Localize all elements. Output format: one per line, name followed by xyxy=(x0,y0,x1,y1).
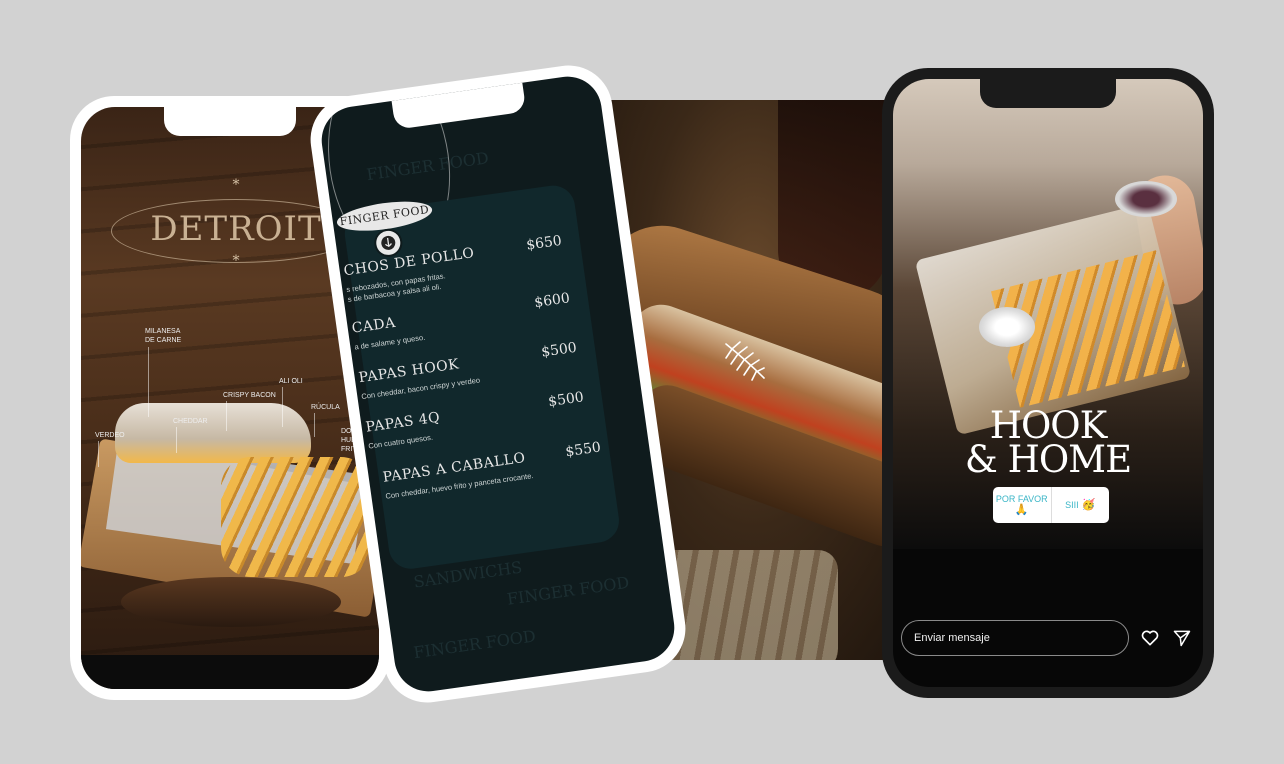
phone-notch xyxy=(164,107,296,136)
story-title-line2: & HOME xyxy=(964,438,1132,481)
ingredient-rucula: RÚCULA xyxy=(311,404,340,411)
ingredient-ali-oli: ALI OLI xyxy=(279,378,303,385)
menu-item-price: $500 xyxy=(547,389,585,411)
phone-notch xyxy=(980,79,1116,108)
ingredient-verdeo: VERDEO xyxy=(95,432,125,439)
message-input[interactable]: Enviar mensaje xyxy=(901,620,1129,656)
poll-sticker: POR FAVOR 🙏 SIII 🥳 xyxy=(993,487,1109,523)
poll-option-label: SIII xyxy=(1065,500,1079,510)
label-line xyxy=(176,427,177,453)
poll-option-siii[interactable]: SIII 🥳 xyxy=(1050,487,1110,523)
ingredient-cheddar: CHEDDAR xyxy=(173,418,208,425)
label-line xyxy=(148,347,149,417)
menu-item-price: $550 xyxy=(564,439,602,461)
stool-image xyxy=(121,577,341,627)
sauce-cup xyxy=(979,307,1035,347)
star-ornament-bottom: * xyxy=(232,253,240,269)
menu-item-price: $650 xyxy=(525,232,563,254)
label-line xyxy=(282,387,283,427)
phone-bottom-bar xyxy=(81,655,379,689)
phone-story: HOOK & HOME POR FAVOR 🙏 SIII 🥳 Enviar me… xyxy=(882,68,1214,698)
label-line xyxy=(226,401,227,431)
dip-cup xyxy=(1115,181,1177,217)
message-bar: Enviar mensaje xyxy=(901,619,1193,657)
phone-notch xyxy=(391,81,527,130)
heart-icon[interactable] xyxy=(1139,627,1161,649)
fries-image xyxy=(221,457,371,577)
poll-option-por-favor[interactable]: POR FAVOR 🙏 xyxy=(993,487,1051,523)
menu-item-price: $600 xyxy=(533,290,571,312)
pattern-text: FINGER FOOD xyxy=(505,572,631,609)
menu-item-price: $500 xyxy=(540,339,578,361)
send-icon[interactable] xyxy=(1171,627,1193,649)
pattern-text: FINGER FOOD xyxy=(412,626,537,663)
ingredient-crispy-bacon: CRISPY BACON xyxy=(223,392,276,399)
leaf-icon xyxy=(725,341,765,381)
label-line xyxy=(98,441,99,467)
pray-emoji-icon: 🙏 xyxy=(1014,503,1029,516)
phone-story-screen: HOOK & HOME POR FAVOR 🙏 SIII 🥳 Enviar me… xyxy=(893,79,1203,687)
story-title: HOOK & HOME xyxy=(893,407,1203,481)
party-emoji-icon: 🥳 xyxy=(1081,498,1096,511)
anchor-icon xyxy=(381,235,396,250)
label-line xyxy=(314,413,315,437)
ingredient-milanesa: MILANESA DE CARNE xyxy=(145,328,182,344)
